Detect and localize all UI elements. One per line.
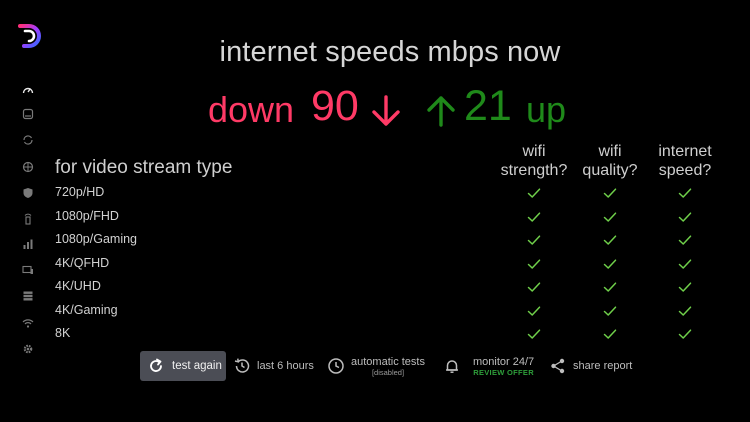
check-icon	[677, 256, 693, 272]
action-toolbar: test again last 6 hours automatic tests …	[0, 350, 750, 384]
check-icon	[526, 185, 542, 201]
column-header-internet-speed: internet speed?	[640, 142, 730, 180]
clock-icon	[328, 358, 344, 374]
check-icon	[677, 303, 693, 319]
share-report-button[interactable]: share report	[549, 351, 632, 381]
table-row: 1080p/Gaming	[0, 229, 750, 251]
check-icon	[602, 256, 618, 272]
test-again-button[interactable]: test again	[140, 351, 226, 381]
server-icon[interactable]	[20, 106, 36, 122]
row-label: 1080p/FHD	[55, 208, 119, 223]
check-icon	[677, 232, 693, 248]
table-row: 4K/QFHD	[0, 253, 750, 275]
check-icon	[602, 279, 618, 295]
column-header-line: internet	[658, 143, 712, 160]
review-offer-link[interactable]: REVIEW OFFER	[473, 368, 534, 377]
history-label: last 6 hours	[257, 360, 314, 372]
automatic-tests-text: automatic tests [disabled]	[351, 356, 425, 377]
table-title: for video stream type	[55, 157, 233, 178]
check-icon	[526, 232, 542, 248]
column-header-line: speed?	[658, 162, 712, 179]
page-title: internet speeds mbps now	[219, 36, 561, 68]
automatic-tests-status: [disabled]	[371, 367, 405, 377]
download-label: down	[208, 89, 295, 130]
row-label: 4K/QFHD	[55, 255, 110, 270]
row-label: 4K/UHD	[55, 279, 101, 293]
check-icon	[677, 185, 693, 201]
share-report-label: share report	[573, 360, 633, 372]
arrow-down-icon	[372, 95, 400, 126]
test-again-label: test again	[172, 360, 222, 372]
table-row: 4K/UHD	[0, 276, 750, 298]
check-icon	[526, 326, 542, 342]
check-icon	[602, 185, 618, 201]
bell-icon	[446, 360, 458, 373]
table-row: 1080p/FHD	[0, 206, 750, 228]
check-icon	[526, 256, 542, 272]
check-icon	[677, 326, 693, 342]
row-label: 4K/Gaming	[55, 302, 118, 317]
check-icon	[677, 209, 693, 225]
table-row: 720p/HD	[0, 182, 750, 204]
check-icon	[602, 209, 618, 225]
monitor-button[interactable]: monitor 24/7 REVIEW OFFER	[443, 351, 534, 381]
table-row: 4K/Gaming	[0, 300, 750, 322]
check-icon	[602, 232, 618, 248]
check-icon	[677, 279, 693, 295]
speed-test-screen: internet speeds mbps now down 90 21 up f…	[0, 0, 750, 422]
table-row: 8K	[0, 323, 750, 345]
monitor-text: monitor 24/7 REVIEW OFFER	[473, 356, 534, 377]
check-icon	[526, 209, 542, 225]
check-icon	[602, 326, 618, 342]
upload-label: up	[526, 89, 567, 130]
row-label: 720p/HD	[55, 185, 105, 199]
monitor-label: monitor 24/7	[473, 355, 535, 368]
share-icon	[551, 358, 565, 374]
automatic-tests-button[interactable]: automatic tests [disabled]	[327, 351, 425, 381]
refresh-icon	[150, 358, 162, 372]
download-value: 90	[311, 82, 359, 130]
check-icon	[526, 279, 542, 295]
history-icon	[234, 358, 250, 373]
sync-icon[interactable]	[20, 132, 36, 148]
globe-icon[interactable]	[20, 159, 36, 175]
row-label: 8K	[55, 326, 71, 340]
row-label: 1080p/Gaming	[55, 232, 138, 246]
speedometer-icon[interactable]	[20, 82, 36, 98]
check-icon	[602, 303, 618, 319]
history-button[interactable]: last 6 hours	[233, 351, 314, 381]
speed-readout: down 90 21 up	[208, 80, 588, 132]
arrow-up-icon	[427, 96, 455, 127]
check-icon	[526, 303, 542, 319]
automatic-tests-label: automatic tests	[351, 355, 425, 368]
upload-value: 21	[464, 82, 512, 130]
